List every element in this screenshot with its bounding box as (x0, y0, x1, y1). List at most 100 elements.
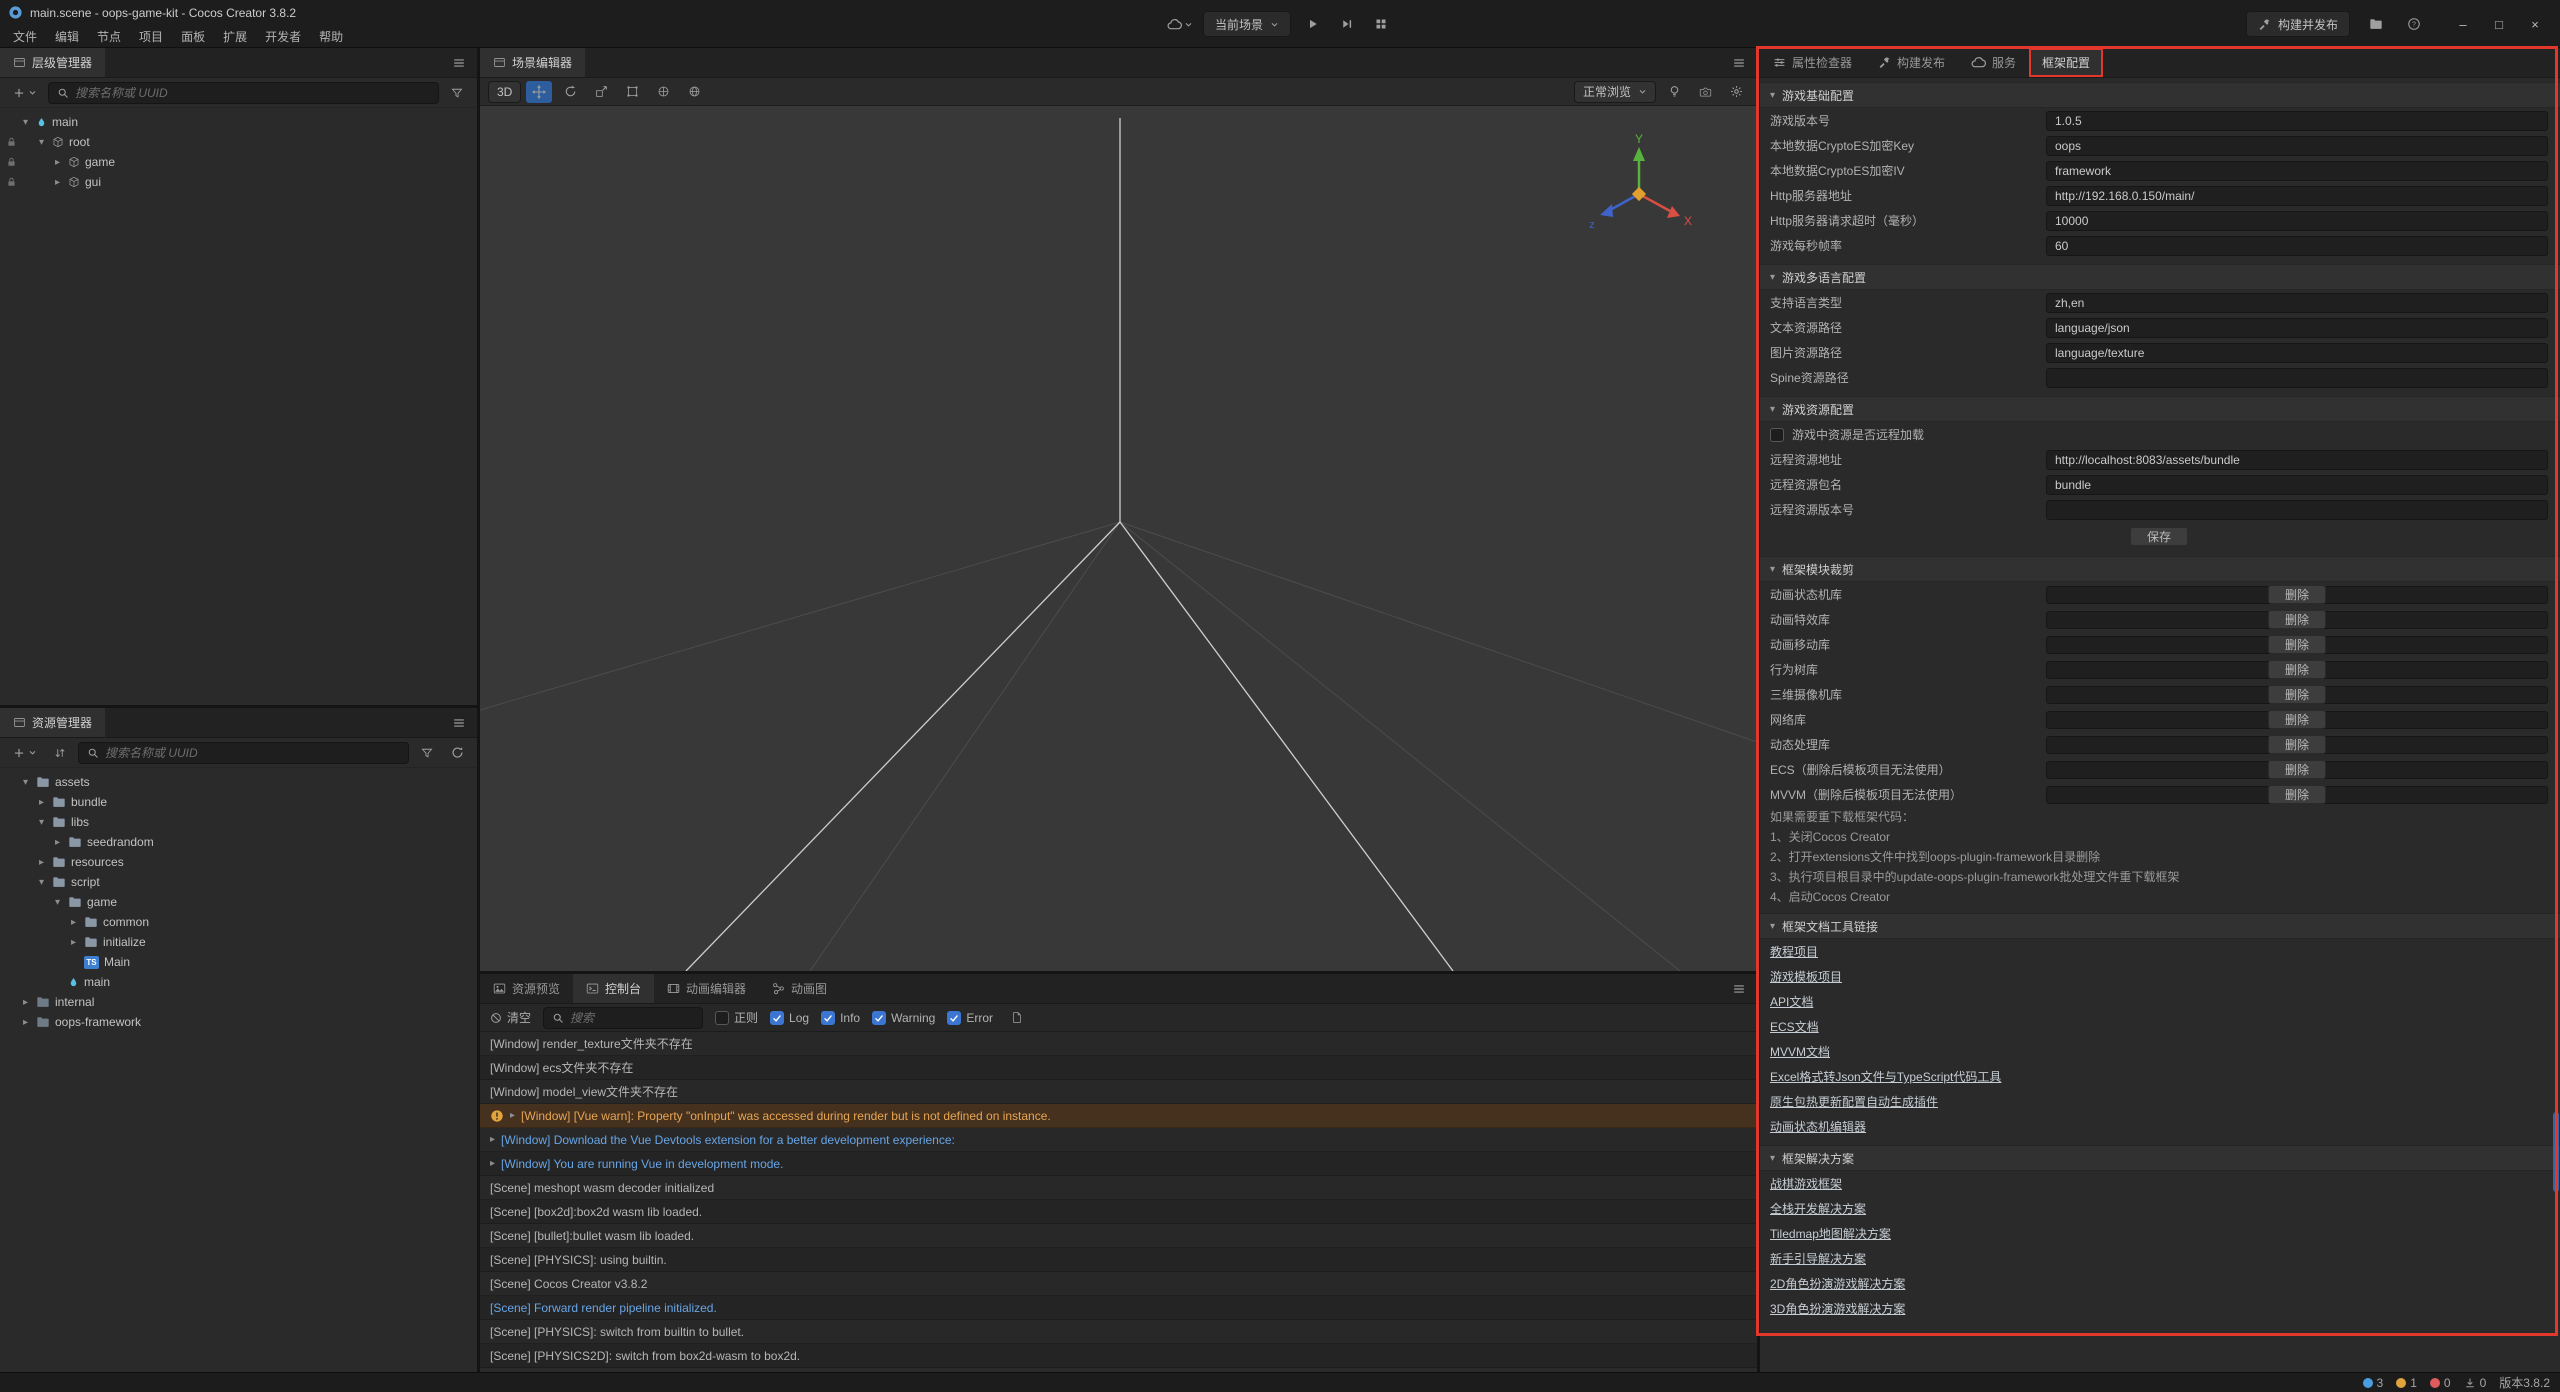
error-count[interactable]: 0 (2430, 1376, 2451, 1390)
menu-item[interactable]: 面板 (172, 26, 214, 47)
menu-item[interactable]: 文件 (4, 26, 46, 47)
property-input[interactable] (2046, 136, 2548, 156)
step-button[interactable] (1335, 12, 1359, 36)
tree-row[interactable]: ▸game (0, 152, 477, 172)
collapse-logs-button[interactable] (1005, 1006, 1029, 1030)
section-header[interactable]: ▾游戏基础配置 (1760, 82, 2560, 108)
tree-row[interactable]: ▸gui (0, 172, 477, 192)
hamburger-menu-icon[interactable] (441, 48, 477, 77)
hamburger-menu-icon[interactable] (441, 708, 477, 737)
recent-projects-button[interactable] (2364, 12, 2388, 36)
doc-link[interactable]: Tiledmap地图解决方案 (1770, 1225, 1891, 1242)
tab-build[interactable]: 构建发布 (1865, 48, 1958, 77)
tab-hierarchy[interactable]: 层级管理器 (0, 48, 105, 77)
property-input[interactable] (2046, 318, 2548, 338)
section-header[interactable]: ▾框架模块裁剪 (1760, 556, 2560, 582)
delete-button[interactable]: 删除 (2268, 785, 2326, 804)
delete-button[interactable]: 删除 (2268, 760, 2326, 779)
expand-arrow-icon[interactable]: ▸ (68, 917, 79, 928)
help-button[interactable]: ? (2402, 12, 2426, 36)
tree-row[interactable]: ▸internal (0, 992, 477, 1012)
doc-link[interactable]: 原生包热更新配置自动生成插件 (1770, 1093, 1938, 1110)
doc-link[interactable]: 3D角色扮演游戏解决方案 (1770, 1300, 1905, 1317)
property-input[interactable] (2046, 236, 2548, 256)
log-row[interactable]: [Window] ecs文件夹不存在 (480, 1056, 1757, 1080)
tab-assets[interactable]: 资源管理器 (0, 708, 105, 737)
menu-item[interactable]: 节点 (88, 26, 130, 47)
orientation-gizmo[interactable]: Y X z (1579, 132, 1699, 255)
tree-row[interactable]: ▾main (0, 112, 477, 132)
hierarchy-search-input[interactable] (75, 86, 430, 100)
create-asset-button[interactable] (8, 742, 42, 764)
delete-button[interactable]: 删除 (2268, 610, 2326, 629)
coordinate-space-toggle[interactable] (681, 81, 707, 103)
menu-item[interactable]: 编辑 (46, 26, 88, 47)
sort-assets-button[interactable] (48, 741, 72, 765)
tree-row[interactable]: ▾libs (0, 812, 477, 832)
checkbox[interactable] (947, 1011, 961, 1025)
expand-arrow-icon[interactable]: ▾ (20, 777, 31, 788)
section-header[interactable]: ▾框架解决方案 (1760, 1145, 2560, 1171)
expand-arrow-icon[interactable]: ▾ (52, 897, 63, 908)
section-header[interactable]: ▾游戏多语言配置 (1760, 264, 2560, 290)
filter-regex[interactable]: 正则 (715, 1009, 758, 1026)
property-input[interactable] (2046, 343, 2548, 363)
tab-asset-preview[interactable]: 资源预览 (480, 974, 573, 1003)
scale-tool[interactable] (588, 81, 614, 103)
doc-link[interactable]: 游戏模板项目 (1770, 968, 1842, 985)
view-mode-select[interactable]: 正常浏览 (1574, 81, 1656, 103)
clear-console-button[interactable]: 清空 (490, 1009, 531, 1026)
tree-row[interactable]: ▾script (0, 872, 477, 892)
log-row[interactable]: [Scene] meshopt wasm decoder initialized (480, 1176, 1757, 1200)
log-row[interactable]: ▸[Window] You are running Vue in develop… (480, 1152, 1757, 1176)
move-tool[interactable] (526, 81, 552, 103)
checkbox[interactable] (770, 1011, 784, 1025)
doc-link[interactable]: 2D角色扮演游戏解决方案 (1770, 1275, 1905, 1292)
assets-search-input[interactable] (105, 746, 400, 760)
property-input[interactable] (2046, 186, 2548, 206)
delete-button[interactable]: 删除 (2268, 685, 2326, 704)
doc-link[interactable]: 教程项目 (1770, 943, 1818, 960)
tree-row[interactable]: ▾game (0, 892, 477, 912)
log-row[interactable]: [Scene] Forward render pipeline initiali… (480, 1296, 1757, 1320)
doc-link[interactable]: 新手引导解决方案 (1770, 1250, 1866, 1267)
tab-animation-graph[interactable]: 动画图 (759, 974, 840, 1003)
menu-item[interactable]: 项目 (130, 26, 172, 47)
build-publish-button[interactable]: 构建并发布 (2246, 11, 2350, 37)
section-header[interactable]: ▾框架文档工具链接 (1760, 913, 2560, 939)
checkbox[interactable] (821, 1011, 835, 1025)
rotate-tool[interactable] (557, 81, 583, 103)
log-row[interactable]: [Scene] [bullet]:bullet wasm lib loaded. (480, 1224, 1757, 1248)
tree-row[interactable]: ▸bundle (0, 792, 477, 812)
tab-inspector[interactable]: 属性检查器 (1760, 48, 1865, 77)
doc-link[interactable]: 全栈开发解决方案 (1770, 1200, 1866, 1217)
tree-row[interactable]: main (0, 972, 477, 992)
property-input[interactable] (2046, 475, 2548, 495)
filter-log[interactable]: Log (770, 1011, 809, 1025)
hierarchy-filter-button[interactable] (445, 81, 469, 105)
expand-arrow-icon[interactable]: ▸ (52, 157, 63, 168)
scene-viewport[interactable]: Y X z (480, 106, 1757, 971)
expand-arrow-icon[interactable]: ▸ (510, 1110, 515, 1121)
minimize-button[interactable]: – (2446, 11, 2480, 37)
expand-arrow-icon[interactable]: ▾ (36, 137, 47, 148)
tree-row[interactable]: ▾root (0, 132, 477, 152)
property-input[interactable] (2046, 450, 2548, 470)
section-header[interactable]: ▾游戏资源配置 (1760, 396, 2560, 422)
property-input[interactable] (2046, 161, 2548, 181)
expand-arrow-icon[interactable]: ▸ (68, 937, 79, 948)
property-input[interactable] (2046, 211, 2548, 231)
tree-row[interactable]: ▸common (0, 912, 477, 932)
tab-framework-config[interactable]: 框架配置 (2029, 48, 2103, 77)
doc-link[interactable]: MVVM文档 (1770, 1043, 1830, 1060)
rect-tool[interactable] (619, 81, 645, 103)
delete-button[interactable]: 删除 (2268, 635, 2326, 654)
log-row[interactable]: [Window] render_texture文件夹不存在 (480, 1032, 1757, 1056)
expand-arrow-icon[interactable]: ▸ (36, 857, 47, 868)
tree-row[interactable]: ▸initialize (0, 932, 477, 952)
tree-row[interactable]: ▸resources (0, 852, 477, 872)
menu-item[interactable]: 扩展 (214, 26, 256, 47)
create-node-button[interactable] (8, 82, 42, 104)
menu-item[interactable]: 帮助 (310, 26, 352, 47)
tree-row[interactable]: ▸oops-framework (0, 1012, 477, 1032)
